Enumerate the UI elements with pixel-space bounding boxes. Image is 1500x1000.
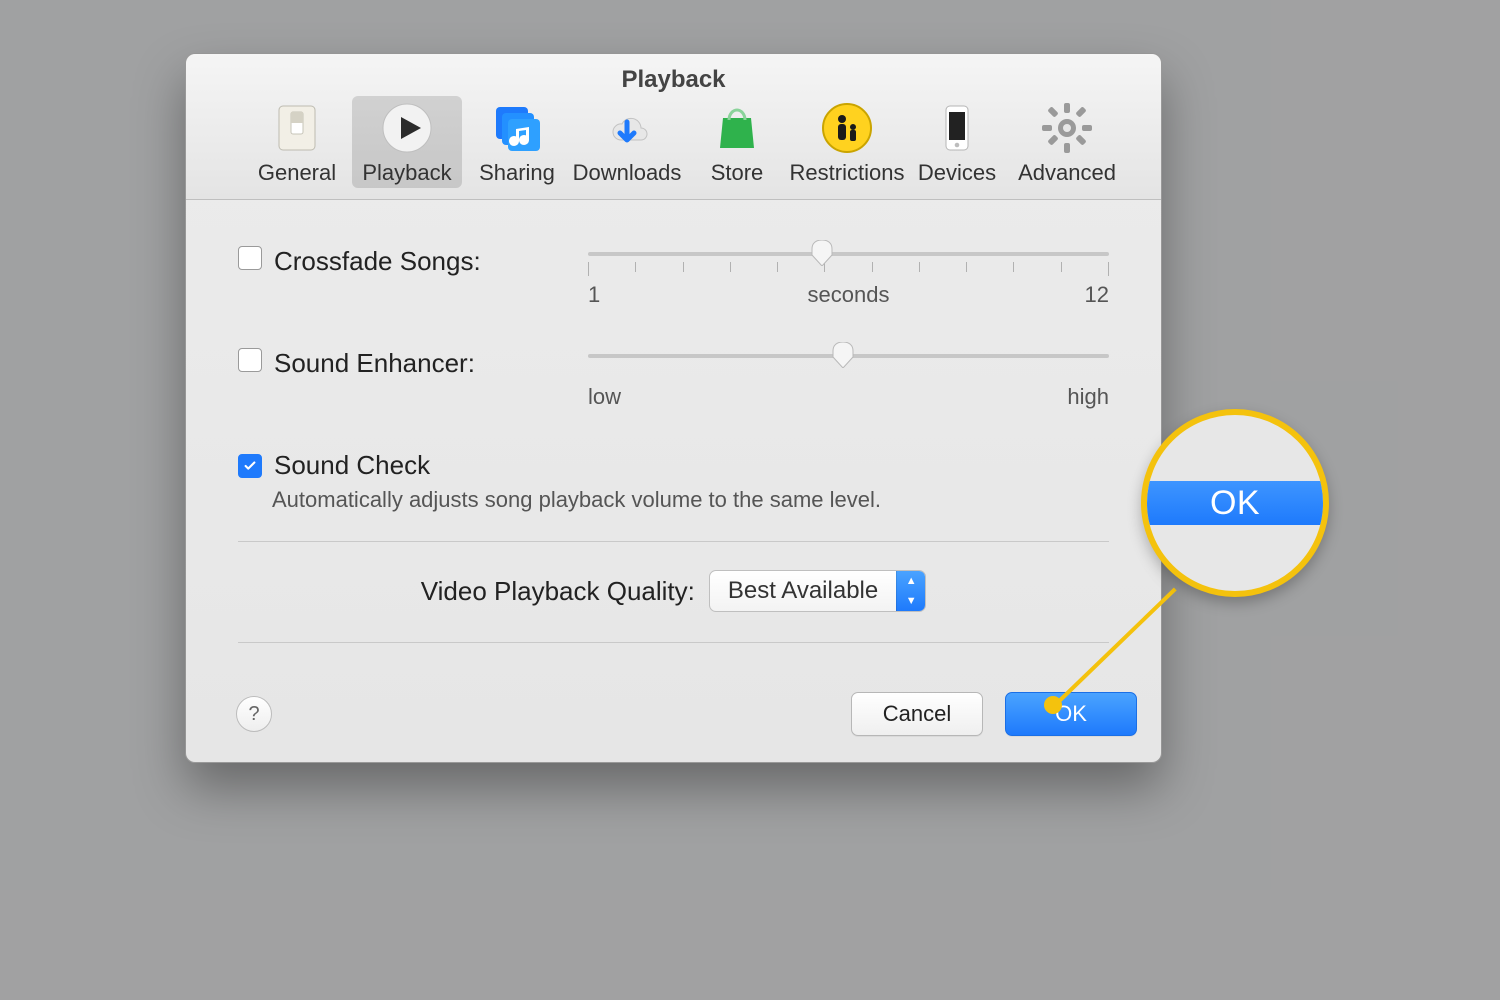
- sound-check-label: Sound Check: [274, 450, 430, 481]
- video-quality-label: Video Playback Quality:: [421, 576, 695, 607]
- tab-devices[interactable]: Devices: [902, 96, 1012, 188]
- phone-icon: [929, 100, 985, 156]
- tab-downloads[interactable]: Downloads: [572, 96, 682, 188]
- preferences-window: Playback General Playback Sharing: [185, 53, 1162, 763]
- enhancer-label: Sound Enhancer:: [274, 348, 475, 379]
- sound-check-checkbox[interactable]: [238, 454, 262, 478]
- enhancer-row: Sound Enhancer: low high: [238, 348, 1109, 410]
- music-stack-icon: [489, 100, 545, 156]
- callout-text: OK: [1210, 484, 1260, 523]
- select-stepper-icon: ▲▼: [896, 571, 925, 611]
- slider-range-labels: 1 seconds 12: [588, 282, 1109, 308]
- window-titlebar: Playback General Playback Sharing: [186, 54, 1161, 200]
- tab-label: Restrictions: [790, 160, 905, 186]
- dialog-footer: ? Cancel OK: [186, 692, 1161, 736]
- divider: [238, 541, 1109, 542]
- tab-playback[interactable]: Playback: [352, 96, 462, 188]
- callout-anchor-dot: [1044, 696, 1062, 714]
- help-button[interactable]: ?: [236, 696, 272, 732]
- tab-label: Downloads: [573, 160, 682, 186]
- ok-button[interactable]: OK: [1005, 692, 1137, 736]
- tab-sharing[interactable]: Sharing: [462, 96, 572, 188]
- slider-track: [588, 252, 1109, 256]
- crossfade-slider[interactable]: 1 seconds 12: [588, 246, 1109, 308]
- select-value: Best Available: [710, 577, 896, 605]
- switch-icon: [269, 100, 325, 156]
- tab-label: Store: [711, 160, 764, 186]
- parental-icon: [819, 100, 875, 156]
- slider-min: low: [588, 384, 621, 410]
- enhancer-checkbox[interactable]: [238, 348, 262, 372]
- slider-thumb[interactable]: [832, 342, 854, 368]
- video-quality-select[interactable]: Best Available ▲▼: [709, 570, 926, 612]
- crossfade-label: Crossfade Songs:: [274, 246, 481, 277]
- tab-store[interactable]: Store: [682, 96, 792, 188]
- ok-callout: OK: [1141, 409, 1329, 597]
- shopping-bag-icon: [709, 100, 765, 156]
- panel-content: Crossfade Songs: 1 seconds 12: [186, 200, 1161, 643]
- window-title: Playback: [186, 66, 1161, 94]
- tab-general[interactable]: General: [242, 96, 352, 188]
- slider-max: high: [1067, 384, 1109, 410]
- tab-label: General: [258, 160, 336, 186]
- slider-thumb[interactable]: [811, 240, 833, 266]
- callout-band: OK: [1147, 481, 1323, 525]
- slider-ticks: [588, 262, 1109, 276]
- sound-check-desc: Automatically adjusts song playback volu…: [272, 487, 1109, 513]
- enhancer-slider[interactable]: low high: [588, 348, 1109, 410]
- slider-range-labels: low high: [588, 384, 1109, 410]
- cancel-button[interactable]: Cancel: [851, 692, 983, 736]
- tab-label: Devices: [918, 160, 996, 186]
- slider-unit: seconds: [588, 282, 1109, 308]
- tab-advanced[interactable]: Advanced: [1012, 96, 1122, 188]
- tab-restrictions[interactable]: Restrictions: [792, 96, 902, 188]
- cloud-download-icon: [599, 100, 655, 156]
- crossfade-checkbox[interactable]: [238, 246, 262, 270]
- divider: [238, 642, 1109, 643]
- sound-check-row: Sound Check Automatically adjusts song p…: [238, 450, 1109, 513]
- tab-label: Playback: [362, 160, 451, 186]
- video-quality-row: Video Playback Quality: Best Available ▲…: [238, 570, 1109, 612]
- tab-label: Sharing: [479, 160, 555, 186]
- slider-track: [588, 354, 1109, 358]
- play-icon: [379, 100, 435, 156]
- tab-label: Advanced: [1018, 160, 1116, 186]
- crossfade-row: Crossfade Songs: 1 seconds 12: [238, 246, 1109, 308]
- toolbar-tabs: General Playback Sharing Downloads: [242, 96, 1105, 196]
- gear-icon: [1039, 100, 1095, 156]
